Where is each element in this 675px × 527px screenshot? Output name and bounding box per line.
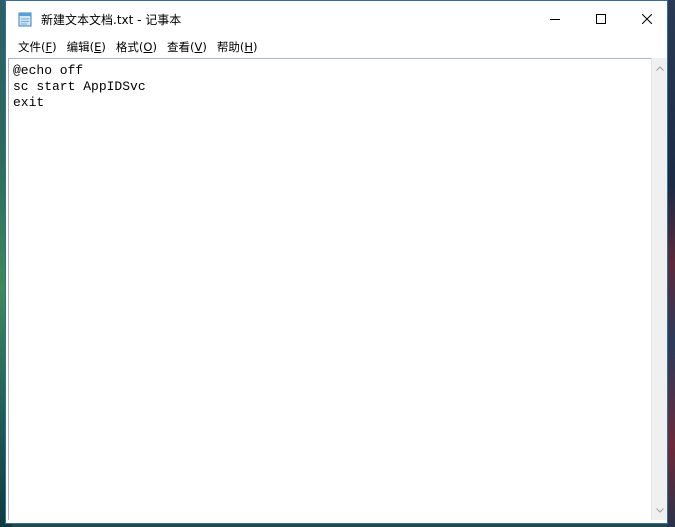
scroll-down-button[interactable]: [652, 502, 668, 518]
menu-help[interactable]: 帮助(H): [212, 38, 263, 56]
menu-edit[interactable]: 编辑(E): [62, 38, 111, 56]
desktop-background-right: [667, 0, 675, 527]
minimize-button[interactable]: [532, 1, 578, 37]
title-bar[interactable]: 新建文本文档.txt - 记事本: [6, 1, 667, 37]
minimize-icon: [550, 19, 560, 20]
maximize-button[interactable]: [578, 1, 624, 37]
vertical-scrollbar[interactable]: [651, 58, 667, 520]
window-title: 新建文本文档.txt - 记事本: [41, 13, 182, 27]
menu-view[interactable]: 查看(V): [162, 38, 212, 56]
editor-line: exit: [13, 95, 45, 110]
notepad-icon: [18, 12, 32, 27]
menu-bar: 文件(F) 编辑(E) 格式(O) 查看(V) 帮助(H): [6, 37, 667, 57]
notepad-window: 新建文本文档.txt - 记事本 文件(F) 编辑(E) 格式(O) 查看(V)…: [5, 0, 668, 524]
close-icon: [642, 14, 652, 24]
chevron-down-icon: [656, 507, 664, 513]
menu-format[interactable]: 格式(O): [111, 38, 162, 56]
scroll-up-button[interactable]: [652, 60, 668, 76]
text-editor[interactable]: @echo off sc start AppIDSvc exit: [8, 58, 651, 520]
menu-file[interactable]: 文件(F): [13, 38, 62, 56]
close-button[interactable]: [624, 1, 670, 37]
editor-line: @echo off: [13, 63, 84, 78]
maximize-icon: [596, 14, 606, 24]
editor-text: @echo off sc start AppIDSvc exit: [13, 63, 146, 111]
chevron-up-icon: [656, 65, 664, 71]
editor-line: sc start AppIDSvc: [13, 79, 146, 94]
